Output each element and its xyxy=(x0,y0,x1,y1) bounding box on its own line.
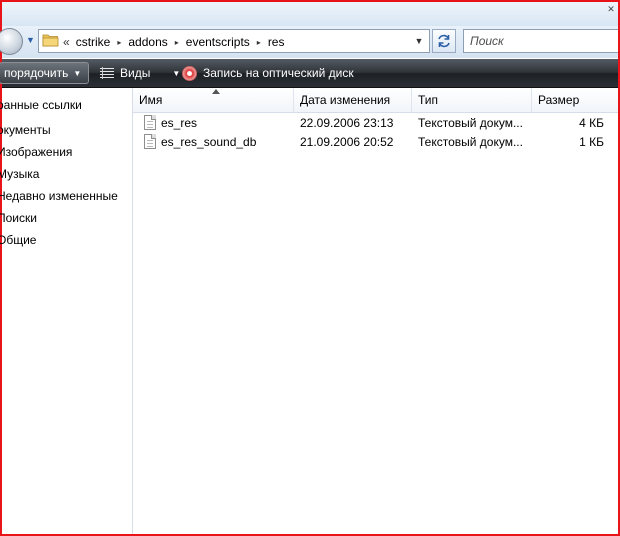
breadcrumb-item-eventscripts[interactable]: eventscripts xyxy=(186,35,250,49)
file-name: es_res xyxy=(161,116,198,130)
breadcrumb-item-cstrike[interactable]: cstrike xyxy=(76,35,111,49)
title-bar: ✕ xyxy=(2,2,618,26)
address-row: ▼ « cstrike ▸ addons ▸ eventscripts ▸ re… xyxy=(0,26,618,58)
file-size: 4 КБ xyxy=(579,116,604,130)
disc-icon xyxy=(182,65,197,81)
column-header-type[interactable]: Тип xyxy=(412,88,532,112)
file-type: Текстовый докум... xyxy=(418,116,523,130)
column-header-size[interactable]: Размер xyxy=(532,88,618,112)
sidebar-item-documents[interactable]: окументы xyxy=(0,123,51,137)
burn-disc-label: Запись на оптический диск xyxy=(203,66,354,80)
search-box[interactable]: Поиск xyxy=(463,29,618,53)
chevron-down-icon: ▼ xyxy=(172,68,181,78)
sidebar-item-music[interactable]: Музыка xyxy=(0,167,39,181)
file-name: es_res_sound_db xyxy=(161,135,257,149)
breadcrumb: « cstrike ▸ addons ▸ eventscripts ▸ res xyxy=(63,34,284,50)
sidebar-item-searches[interactable]: Поиски xyxy=(0,211,37,225)
chevron-down-icon[interactable]: ▼ xyxy=(411,33,427,49)
breadcrumb-item-addons[interactable]: addons xyxy=(128,35,167,49)
address-bar[interactable]: « cstrike ▸ addons ▸ eventscripts ▸ res … xyxy=(38,29,430,53)
file-list: Имя Дата изменения Тип Размер es_res 22.… xyxy=(133,88,618,534)
command-bar: порядочить ▼ Виды ▼ Запись на оптический… xyxy=(0,59,618,88)
views-icon xyxy=(100,67,114,79)
text-file-icon xyxy=(144,134,156,149)
views-label: Виды xyxy=(120,66,151,80)
recent-pages-dropdown[interactable]: ▼ xyxy=(26,35,36,47)
column-header-name[interactable]: Имя xyxy=(133,88,294,112)
search-input[interactable]: Поиск xyxy=(470,34,504,48)
breadcrumb-separator[interactable]: ▸ xyxy=(117,38,121,47)
burn-disc-button[interactable]: Запись на оптический диск xyxy=(182,62,354,84)
breadcrumb-item-res[interactable]: res xyxy=(268,35,285,49)
chevron-down-icon: ▼ xyxy=(73,68,82,78)
back-button[interactable] xyxy=(0,28,23,55)
file-type: Текстовый докум... xyxy=(418,135,523,149)
close-icon[interactable]: ✕ xyxy=(604,4,618,16)
file-date: 22.09.2006 23:13 xyxy=(300,116,394,130)
sidebar-item-public[interactable]: Общие xyxy=(0,233,36,247)
navigation-pane: ранные ссылки окументы Изображения Музык… xyxy=(0,88,133,534)
sidebar-item-favorites[interactable]: ранные ссылки xyxy=(0,98,82,112)
sidebar-item-recently-changed[interactable]: Недавно измененные xyxy=(0,189,118,203)
refresh-icon xyxy=(438,34,450,48)
breadcrumb-overflow[interactable]: « xyxy=(63,35,70,49)
breadcrumb-separator[interactable]: ▸ xyxy=(257,38,261,47)
refresh-button[interactable] xyxy=(432,29,456,53)
breadcrumb-separator[interactable]: ▸ xyxy=(175,38,179,47)
views-button[interactable]: Виды ▼ xyxy=(98,62,180,84)
sidebar-item-pictures[interactable]: Изображения xyxy=(0,145,72,159)
column-header-row: Имя Дата изменения Тип Размер xyxy=(133,88,618,113)
folder-icon xyxy=(42,34,59,47)
file-date: 21.09.2006 20:52 xyxy=(300,135,394,149)
text-file-icon xyxy=(144,115,156,130)
table-row[interactable]: es_res_sound_db 21.09.2006 20:52 Текстов… xyxy=(133,132,618,154)
column-header-date[interactable]: Дата изменения xyxy=(294,88,412,112)
organize-button[interactable]: порядочить ▼ xyxy=(0,62,89,84)
file-size: 1 КБ xyxy=(579,135,604,149)
organize-label: порядочить xyxy=(4,66,69,80)
